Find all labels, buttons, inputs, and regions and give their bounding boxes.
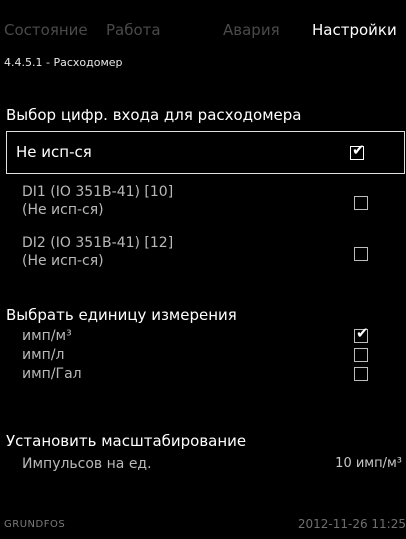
input-option-label: DI2 (IO 351B-41) [12]: [22, 235, 174, 251]
pulses-per-unit-row[interactable]: Импульсов на ед. 10 имп/м³: [22, 455, 404, 473]
tab-status[interactable]: Состояние: [4, 21, 88, 39]
checkbox-unchecked[interactable]: [354, 196, 368, 210]
input-option-label: Не исп-ся: [16, 143, 92, 161]
pulses-per-unit-value[interactable]: 10 имп/м³: [335, 455, 402, 473]
pulses-per-unit-label: Импульсов на ед.: [22, 456, 152, 472]
unit-option-label: имп/Гал: [22, 366, 82, 382]
checkbox-unchecked[interactable]: [354, 348, 368, 362]
checkbox-unchecked[interactable]: [354, 367, 368, 381]
check-mark-icon: ✔: [356, 324, 369, 342]
scale-section-heading: Установить масштабирование: [6, 432, 247, 450]
unit-option-imp-l[interactable]: имп/л: [22, 346, 400, 364]
input-section-heading: Выбор цифр. входа для расходомера: [6, 106, 302, 124]
menu-code-title: 4.4.5.1 - Расходомер: [4, 56, 123, 69]
grundfos-logo: GRUNDFOS: [4, 519, 66, 530]
unit-option-label: имп/л: [22, 347, 65, 363]
unit-option-imp-gal[interactable]: имп/Гал: [22, 365, 400, 383]
check-mark-icon: ✔: [352, 141, 365, 159]
tab-alarm[interactable]: Авария: [223, 21, 280, 39]
unit-option-label: имп/м³: [22, 328, 72, 344]
datetime-readout: 2012-11-26 11:25: [297, 517, 406, 531]
input-option-sublabel: (Не исп-ся): [22, 253, 104, 269]
checkbox-checked[interactable]: ✔: [354, 324, 369, 343]
input-option-di1[interactable]: DI1 (IO 351B-41) [10] (Не исп-ся): [22, 183, 400, 221]
tab-settings[interactable]: Настройки: [312, 21, 397, 39]
checkbox-unchecked[interactable]: [354, 247, 368, 261]
input-option-not-used[interactable]: Не исп-ся ✔: [6, 131, 405, 174]
controller-screen: Состояние Работа Авария Настройки 4.4.5.…: [0, 0, 406, 539]
unit-section-heading: Выбрать единицу измерения: [6, 306, 237, 324]
tab-bar: Состояние Работа Авария Настройки: [0, 0, 406, 50]
checkbox-checked[interactable]: ✔: [350, 141, 365, 160]
input-option-sublabel: (Не исп-ся): [22, 202, 104, 218]
tab-operation[interactable]: Работа: [106, 21, 161, 39]
input-option-di2[interactable]: DI2 (IO 351B-41) [12] (Не исп-ся): [22, 234, 400, 272]
input-option-label: DI1 (IO 351B-41) [10]: [22, 184, 174, 200]
unit-option-imp-m3[interactable]: имп/м³ ✔: [22, 324, 400, 345]
